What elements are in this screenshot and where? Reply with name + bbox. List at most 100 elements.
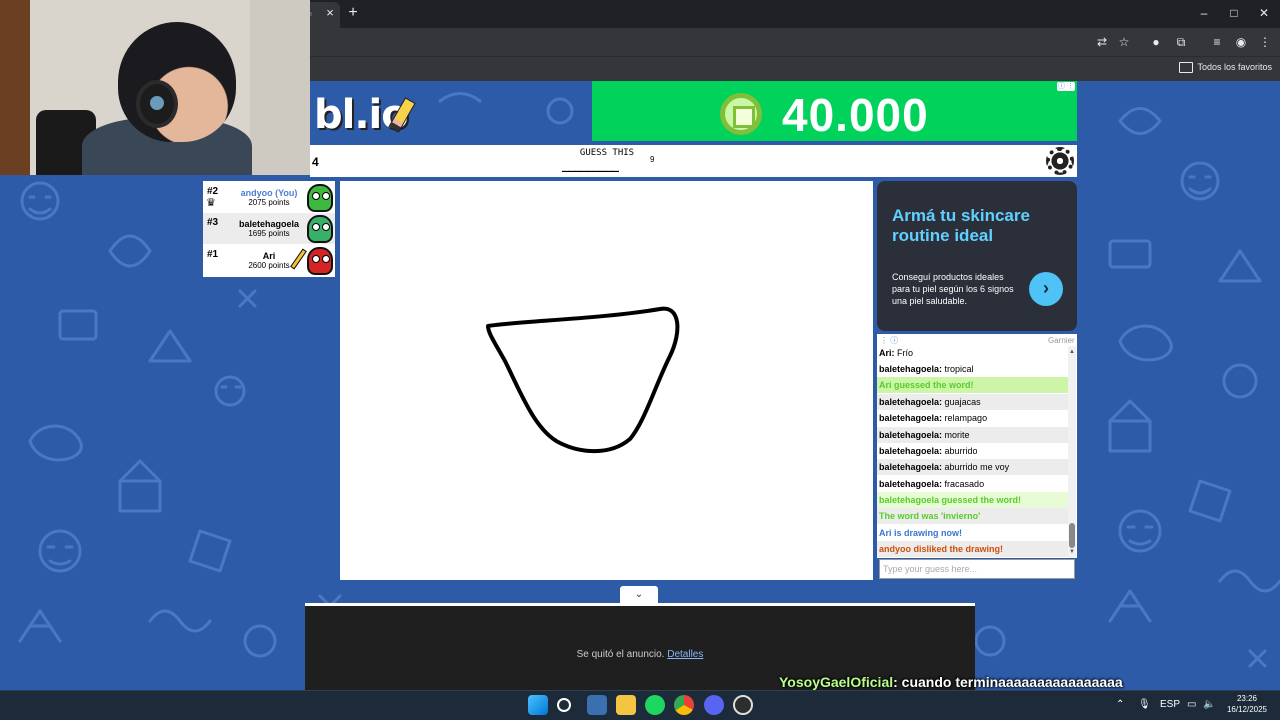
player-points: 1695 points	[248, 229, 290, 238]
chevron-down-icon[interactable]: ⌄	[620, 586, 658, 603]
robux-coin-icon	[720, 93, 762, 135]
chat-message: baletehagoela: guajacas	[877, 394, 1068, 410]
player-row[interactable]: #3 baletehagoela 1695 points	[203, 213, 335, 244]
chat-message: baletehagoela: aburrido me voy	[877, 459, 1068, 475]
new-tab-button[interactable]: +	[344, 4, 362, 22]
drawing-stroke	[486, 306, 680, 454]
guess-input[interactable]	[879, 559, 1075, 579]
ad-amount: 40.000	[782, 89, 929, 141]
chat-text: guajacas	[944, 397, 981, 407]
player-rank: #1	[207, 249, 219, 260]
chat-message: Ari guessed the word!	[877, 377, 1068, 393]
start-icon[interactable]	[528, 695, 548, 715]
chat-text: The word was 'invierno'	[879, 511, 981, 521]
webcam-person-head	[118, 22, 236, 142]
player-rank: #3	[207, 217, 219, 228]
word-bar	[310, 145, 1077, 177]
player-avatar	[307, 184, 333, 212]
chat-sender: Ari:	[879, 348, 895, 358]
chat-message: Ari: Frío	[877, 345, 1068, 361]
player-points: 2075 points	[248, 198, 290, 207]
menu-icon[interactable]: ⋮	[1257, 34, 1273, 50]
player-name: baletehagoela	[238, 219, 300, 229]
side-ad[interactable]	[877, 181, 1077, 331]
scroll-down-icon[interactable]: ▼	[1068, 548, 1076, 556]
word-blanks: _________	[562, 158, 619, 172]
taskbar-clock[interactable]: 23:26 16/12/2025	[1222, 693, 1272, 715]
player-avatar	[307, 215, 333, 243]
ad-brand: Garnier	[1048, 336, 1075, 345]
volume-icon[interactable]: 🔈	[1203, 697, 1215, 713]
chat-text: Ari guessed the word!	[879, 380, 974, 390]
headset-icon	[136, 80, 178, 128]
webcam-door	[0, 0, 30, 175]
guess-label: GUESS THIS	[579, 148, 635, 158]
minimize-button[interactable]: –	[1194, 5, 1214, 21]
ad-removed-text: Se quitó el anuncio.	[576, 649, 665, 660]
chat-sender: baletehagoela:	[879, 462, 943, 472]
stream-chat-overlay: YosoyGaelOficial: cuando terminaaaaaaaaa…	[779, 673, 1123, 691]
spotify-icon[interactable]	[645, 695, 665, 715]
chat-message: The word was 'invierno'	[877, 508, 1068, 524]
chat-text: Ari is drawing now!	[879, 528, 963, 538]
search-icon[interactable]	[557, 698, 571, 712]
extensions-icon[interactable]: ⧉	[1173, 34, 1189, 50]
obs-icon[interactable]	[733, 695, 753, 715]
clock-time: 23:26	[1236, 694, 1258, 703]
language-indicator[interactable]: ESP	[1160, 697, 1180, 713]
extension-color-icon[interactable]: ●	[1148, 34, 1164, 50]
side-ad-arrow-button[interactable]: ›	[1029, 272, 1063, 306]
network-icon[interactable]: ▭	[1187, 697, 1196, 713]
file-explorer-icon[interactable]	[616, 695, 636, 715]
webcam-overlay	[0, 0, 310, 175]
ad-removed-notice: Se quitó el anuncio. Detalles	[305, 649, 975, 660]
player-name: andyoo (You)	[240, 188, 298, 198]
player-rank: #2	[207, 186, 219, 197]
discord-icon[interactable]	[704, 695, 724, 715]
restore-button[interactable]: □	[1224, 5, 1244, 21]
ad-info-icon[interactable]: ⓘ ⋮	[1057, 82, 1075, 91]
chat-message: baletehagoela: relampago	[877, 410, 1068, 426]
chat-sender: baletehagoela:	[879, 364, 943, 374]
store-icon[interactable]	[587, 695, 607, 715]
chat-message: andyoo disliked the drawing!	[877, 541, 1068, 557]
chat-sender: baletehagoela:	[879, 430, 943, 440]
bookmarks-folder[interactable]: Todos los favoritos	[1179, 60, 1272, 74]
chat-message: baletehagoela: tropical	[877, 361, 1068, 377]
chevron-up-icon[interactable]: ⌃	[1116, 697, 1124, 713]
chat-sender: baletehagoela:	[879, 397, 943, 407]
star-icon[interactable]: ☆	[1116, 34, 1132, 50]
chat-text: relampago	[944, 413, 988, 423]
chat-text: tropical	[944, 364, 974, 374]
chrome-icon[interactable]	[674, 695, 694, 715]
drawing-canvas[interactable]	[340, 181, 873, 580]
side-ad-title: Armá tu skincare routine ideal	[892, 206, 1030, 245]
close-window-button[interactable]: ✕	[1254, 5, 1274, 21]
chat-message: Ari is drawing now!	[877, 525, 1068, 541]
chat-sender: baletehagoela:	[879, 413, 943, 423]
taskbar	[0, 690, 1280, 720]
player-row[interactable]: #1 Ari 2600 points	[203, 245, 335, 276]
translate-icon[interactable]: ⇄	[1094, 34, 1110, 50]
scroll-up-icon[interactable]: ▲	[1068, 348, 1076, 356]
clock-date: 16/12/2025	[1226, 705, 1268, 714]
microphone-icon[interactable]: 🎙	[1138, 697, 1151, 713]
chat-text: Frío	[897, 348, 914, 358]
crown-icon: ♛	[206, 197, 216, 209]
chat-text: aburrido	[944, 446, 978, 456]
chat-scrollbar-thumb[interactable]	[1069, 523, 1075, 548]
media-icon[interactable]: ≡	[1209, 34, 1225, 50]
close-tab-icon[interactable]: ×	[322, 4, 338, 22]
profile-icon[interactable]: ◉	[1233, 34, 1249, 50]
chat-text: morite	[944, 430, 970, 440]
stream-chat-message: : cuando terminaaaaaaaaaaaaaaaa	[893, 674, 1123, 690]
round-number: 4	[312, 155, 319, 169]
chat-message: baletehagoela guessed the word!	[877, 492, 1068, 508]
settings-gear-icon[interactable]	[1046, 147, 1074, 175]
chat-sender: baletehagoela:	[879, 479, 943, 489]
ad-details-link[interactable]: Detalles	[667, 649, 703, 660]
player-row[interactable]: #2 andyoo (You) 2075 points	[203, 182, 335, 213]
chat-sender: baletehagoela:	[879, 446, 943, 456]
chat-message: baletehagoela: morite	[877, 427, 1068, 443]
chat-message: baletehagoela: aburrido	[877, 443, 1068, 459]
